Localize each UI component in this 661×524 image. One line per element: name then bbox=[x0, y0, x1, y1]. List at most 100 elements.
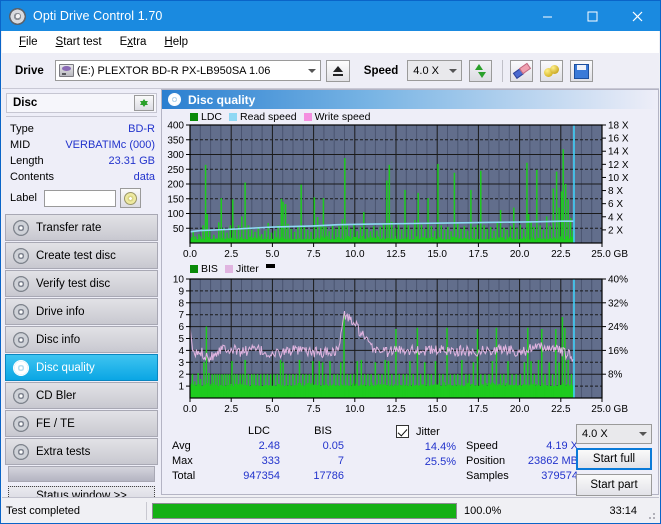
resize-grip[interactable] bbox=[646, 510, 656, 520]
disc-row-length-value: 23.31 GB bbox=[108, 155, 155, 167]
legend-label-bis: BIS bbox=[201, 263, 218, 275]
sidebar-item-drive-info[interactable]: Drive info bbox=[5, 298, 158, 325]
svg-text:2 X: 2 X bbox=[608, 225, 623, 236]
chart1-legend: LDC Read speed Write speed bbox=[190, 111, 371, 123]
start-full-button[interactable]: Start full bbox=[576, 448, 652, 470]
position-stat-value: 23862 MB bbox=[527, 455, 578, 467]
toolbar-separator bbox=[502, 59, 504, 82]
stats-max-ldc: 333 bbox=[261, 455, 280, 467]
jitter-checkbox[interactable] bbox=[396, 425, 409, 438]
svg-text:7.5: 7.5 bbox=[307, 249, 321, 260]
sidebar-item-label: Verify test disc bbox=[36, 277, 111, 290]
progress-bar bbox=[152, 502, 457, 519]
svg-text:15.0: 15.0 bbox=[427, 249, 447, 260]
svg-text:10 X: 10 X bbox=[608, 173, 629, 184]
sidebar: Disc Type BD-R MID VERBATIMc (000) Lengt… bbox=[2, 89, 161, 505]
svg-text:300: 300 bbox=[167, 150, 184, 161]
chevron-down-icon bbox=[307, 68, 316, 73]
speed-select[interactable]: 4.0 X bbox=[407, 60, 463, 81]
sidebar-item-cd-bler[interactable]: CD Bler bbox=[5, 382, 158, 409]
speed-stat-label: Speed bbox=[466, 440, 498, 452]
sidebar-item-fe-te[interactable]: FE / TE bbox=[5, 410, 158, 437]
disc-icon bbox=[168, 93, 181, 106]
sidebar-item-extra-tests[interactable]: Extra tests bbox=[5, 438, 158, 465]
stats-row-label-max: Max bbox=[172, 455, 193, 467]
jitter-max-value: 25.5% bbox=[424, 456, 456, 468]
sidebar-item-verify-test-disc[interactable]: Verify test disc bbox=[5, 270, 158, 297]
disc-icon bbox=[13, 331, 29, 348]
svg-text:6: 6 bbox=[178, 322, 184, 333]
svg-text:100: 100 bbox=[167, 209, 184, 220]
stats-avg-bis: 0.05 bbox=[322, 440, 344, 452]
disc-row-type-key: Type bbox=[10, 123, 34, 135]
sidebar-item-transfer-rate[interactable]: Transfer rate bbox=[5, 214, 158, 241]
legend-label-jitter: Jitter bbox=[235, 263, 259, 275]
svg-text:8 X: 8 X bbox=[608, 186, 623, 197]
speed-select-bottom[interactable]: 4.0 X bbox=[576, 424, 652, 444]
drive-select[interactable]: (E:) PLEXTOR BD-R PX-LB950SA 1.06 bbox=[54, 60, 321, 81]
svg-text:2: 2 bbox=[178, 370, 184, 381]
refresh-button[interactable] bbox=[469, 59, 493, 82]
menu-item-file[interactable]: File bbox=[10, 34, 47, 50]
chart-ldc-readspeed: LDC Read speed Write speed 50 100 150 200 25… bbox=[162, 109, 658, 261]
main-panel: Disc quality LDC Read speed Write speed … bbox=[161, 89, 659, 496]
disc-label-row: Label bbox=[10, 187, 155, 209]
legend-label-read-speed: Read speed bbox=[240, 111, 297, 123]
sidebar-item-disc-info[interactable]: Disc info bbox=[5, 326, 158, 353]
svg-text:15.0: 15.0 bbox=[427, 404, 447, 415]
disc-row-contents-value: data bbox=[133, 171, 155, 183]
svg-text:0.0: 0.0 bbox=[183, 249, 197, 260]
svg-text:350: 350 bbox=[167, 135, 184, 146]
sidebar-item-label: Disc quality bbox=[36, 361, 95, 374]
drive-icon bbox=[58, 64, 74, 77]
eject-button[interactable] bbox=[325, 59, 350, 82]
sidebar-item-label: Drive info bbox=[36, 305, 85, 318]
settings-bulb-button[interactable] bbox=[540, 59, 564, 82]
start-full-label: Start full bbox=[592, 453, 636, 465]
disc-row-mid: MID VERBATIMc (000) bbox=[10, 137, 155, 153]
svg-text:0.0: 0.0 bbox=[183, 404, 197, 415]
drive-select-value: (E:) PLEXTOR BD-R PX-LB950SA 1.06 bbox=[76, 64, 271, 77]
menu-item-start-test[interactable]: Start test bbox=[47, 34, 111, 50]
menu-item-extra[interactable]: Extra bbox=[111, 34, 156, 50]
sidebar-item-disc-quality[interactable]: Disc quality bbox=[5, 354, 158, 381]
status-message: Test completed bbox=[2, 501, 147, 520]
close-button[interactable] bbox=[615, 1, 660, 31]
start-part-button[interactable]: Start part bbox=[576, 474, 652, 496]
svg-text:4: 4 bbox=[178, 346, 184, 357]
svg-text:17.5: 17.5 bbox=[469, 249, 489, 260]
disc-label-input[interactable] bbox=[43, 189, 116, 207]
disc-refresh-button[interactable] bbox=[134, 95, 154, 111]
svg-text:22.5: 22.5 bbox=[551, 404, 571, 415]
save-button[interactable] bbox=[570, 59, 594, 82]
speed-label: Speed bbox=[363, 64, 399, 77]
maximize-button[interactable] bbox=[570, 1, 615, 31]
jitter-label: Jitter bbox=[416, 426, 440, 438]
menu-extra-rest: tra bbox=[133, 36, 147, 48]
disc-label-button[interactable] bbox=[119, 188, 141, 208]
status-bar: Test completed 100.0% 33:14 bbox=[2, 497, 659, 523]
svg-text:150: 150 bbox=[167, 194, 184, 205]
progress-fill bbox=[153, 503, 456, 518]
svg-text:250: 250 bbox=[167, 165, 184, 176]
disc-row-contents-key: Contents bbox=[10, 171, 55, 183]
sidebar-nav: Transfer rate Create test disc Verify te… bbox=[2, 214, 161, 482]
svg-text:9: 9 bbox=[178, 286, 184, 297]
disc-row-length-key: Length bbox=[10, 155, 44, 167]
disc-row-mid-value: VERBATIMc (000) bbox=[65, 139, 155, 151]
disc-icon bbox=[13, 415, 29, 432]
disc-icon bbox=[13, 359, 29, 376]
sidebar-item-create-test-disc[interactable]: Create test disc bbox=[5, 242, 158, 269]
minimize-button[interactable] bbox=[525, 1, 570, 31]
svg-text:16%: 16% bbox=[608, 346, 628, 357]
stats-panel: Avg Max Total LDC BIS 2.48 333 947354 0.… bbox=[162, 422, 658, 496]
start-part-label: Start part bbox=[590, 479, 638, 491]
erase-button[interactable] bbox=[510, 59, 534, 82]
jitter-avg-value: 14.4% bbox=[424, 441, 456, 453]
svg-text:4 X: 4 X bbox=[608, 212, 623, 223]
samples-stat-label: Samples bbox=[466, 470, 509, 482]
menu-item-help[interactable]: Help bbox=[155, 34, 197, 50]
svg-text:25.0 GB: 25.0 GB bbox=[591, 404, 628, 415]
disc-row-length: Length 23.31 GB bbox=[10, 153, 155, 169]
disc-icon bbox=[13, 275, 29, 292]
